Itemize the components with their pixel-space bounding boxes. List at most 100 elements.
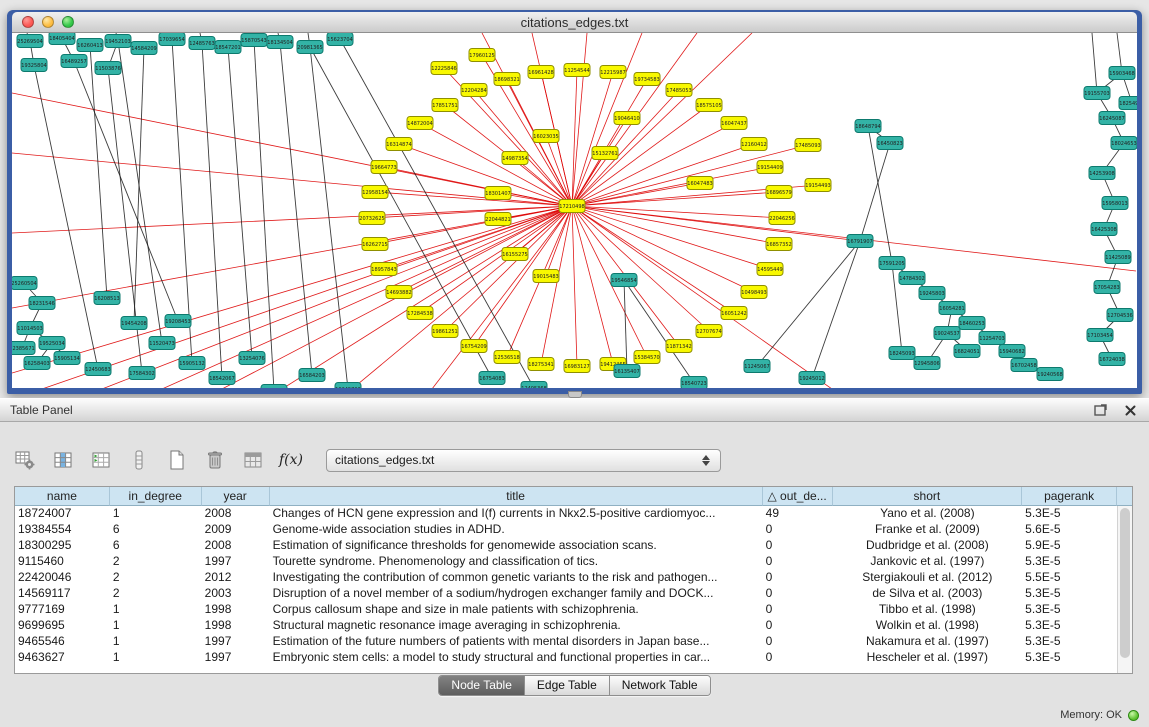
table-cell[interactable]: Yano et al. (2008) [833, 506, 1023, 522]
graph-node[interactable]: 11254544 [564, 64, 590, 77]
graph-edge[interactable] [572, 70, 577, 206]
graph-node[interactable]: 19154409 [757, 161, 783, 174]
graph-edge[interactable] [572, 206, 709, 331]
graph-node[interactable]: 16724038 [1099, 353, 1125, 366]
graph-edge[interactable] [375, 192, 572, 206]
graph-node[interactable]: 16208513 [94, 292, 120, 305]
graph-node[interactable]: 16896579 [766, 186, 792, 199]
graph-node[interactable]: 17039654 [159, 33, 185, 46]
graph-node[interactable]: 25260504 [12, 277, 37, 290]
graph-node[interactable]: 14784302 [899, 272, 925, 285]
graph-node[interactable]: 18648794 [855, 120, 881, 133]
table-cell[interactable]: Nakamura et al. (1997) [833, 634, 1023, 650]
graph-node[interactable]: 16054281 [939, 302, 965, 315]
graph-edge[interactable] [757, 241, 860, 366]
graph-node[interactable]: 14987354 [502, 152, 528, 165]
graph-node[interactable]: 12385671 [12, 342, 35, 355]
graph-node[interactable]: 18254903 [1119, 97, 1137, 110]
edit-columns-icon[interactable] [88, 447, 114, 473]
graph-node[interactable]: 16961428 [528, 66, 554, 79]
graph-node[interactable]: 12215987 [600, 66, 626, 79]
graph-node[interactable]: 11503876 [95, 62, 121, 75]
graph-node[interactable]: 12405368 [521, 382, 547, 389]
table-cell[interactable]: Tibbo et al. (1998) [833, 602, 1023, 618]
table-cell[interactable]: 2 [110, 570, 202, 586]
graph-node[interactable]: 17485093 [795, 139, 821, 152]
zoom-button[interactable] [62, 16, 74, 28]
table-cell[interactable]: 0 [763, 650, 833, 666]
graph-node[interactable]: 18957843 [371, 263, 397, 276]
close-button[interactable] [22, 16, 34, 28]
graph-node[interactable]: 16983127 [564, 360, 590, 373]
graph-node[interactable]: 15870543 [241, 34, 267, 47]
table-cell[interactable]: Disruption of a novel member of a sodium… [270, 586, 763, 602]
table-cell[interactable]: 14569117 [15, 586, 110, 602]
table-cell[interactable]: 9463627 [15, 650, 110, 666]
graph-node[interactable]: 12536518 [494, 351, 520, 364]
table-cell[interactable]: 2 [110, 586, 202, 602]
table-cell[interactable]: 5.3E-5 [1022, 618, 1117, 634]
tab-node-table[interactable]: Node Table [439, 676, 525, 695]
table-cell[interactable]: Embryonic stem cells: a model to study s… [270, 650, 763, 666]
graph-node[interactable]: 16450823 [877, 137, 903, 150]
column-header[interactable]: title [270, 487, 763, 506]
graph-node[interactable]: 14595449 [757, 263, 783, 276]
table-select-dropdown[interactable]: citations_edges.txt [326, 449, 721, 472]
column-header[interactable]: year [202, 487, 270, 506]
close-panel-icon[interactable] [1121, 402, 1139, 418]
import-table-icon[interactable] [240, 447, 266, 473]
table-scrollbar[interactable] [1117, 506, 1132, 673]
table-cell[interactable]: 1997 [202, 634, 270, 650]
graph-node[interactable]: 19046410 [614, 112, 640, 125]
network-view[interactable]: 1721049811254544122159871973458317485053… [12, 33, 1137, 388]
table-cell[interactable]: 5.5E-5 [1022, 570, 1117, 586]
minimize-button[interactable] [42, 16, 54, 28]
graph-node[interactable]: 16260413 [77, 39, 103, 52]
graph-node[interactable]: 13254076 [239, 352, 265, 365]
graph-node[interactable]: 16754083 [479, 372, 505, 385]
graph-node[interactable]: 16791907 [847, 235, 873, 248]
new-column-icon[interactable] [164, 447, 190, 473]
table-cell[interactable]: 5.3E-5 [1022, 554, 1117, 570]
rows-icon[interactable] [126, 447, 152, 473]
graph-node[interactable]: 15623704 [327, 33, 353, 46]
graph-node[interactable]: 16489257 [61, 55, 87, 68]
table-cell[interactable]: Corpus callosum shape and size in male p… [270, 602, 763, 618]
tab-network-table[interactable]: Network Table [610, 676, 710, 695]
table-cell[interactable]: 9699695 [15, 618, 110, 634]
graph-node[interactable]: 19024537 [934, 327, 960, 340]
table-row[interactable]: 977716911998Corpus callosum shape and si… [15, 602, 1117, 618]
graph-node[interactable]: 16314874 [386, 138, 412, 151]
table-row[interactable]: 969969511998Structural magnetic resonanc… [15, 618, 1117, 634]
table-cell[interactable]: 0 [763, 570, 833, 586]
graph-edge[interactable] [541, 206, 572, 364]
graph-edge[interactable] [572, 183, 700, 206]
graph-node[interactable]: 19155703 [1084, 87, 1110, 100]
graph-node[interactable]: 15940682 [999, 345, 1025, 358]
table-cell[interactable]: 5.6E-5 [1022, 522, 1117, 538]
table-cell[interactable]: 1997 [202, 650, 270, 666]
table-cell[interactable]: 2003 [202, 586, 270, 602]
graph-node[interactable]: 16245087 [1099, 112, 1125, 125]
table-cell[interactable]: 22420046 [15, 570, 110, 586]
table-cell[interactable]: 1998 [202, 602, 270, 618]
table-cell[interactable]: 5.3E-5 [1022, 586, 1117, 602]
graph-node[interactable]: 14693882 [386, 286, 412, 299]
graph-node[interactable]: 14253908 [1089, 167, 1115, 180]
graph-node[interactable]: 19208453 [165, 315, 191, 328]
table-cell[interactable]: 1 [110, 634, 202, 650]
float-panel-icon[interactable] [1091, 402, 1109, 418]
graph-edge[interactable] [90, 45, 107, 298]
table-cell[interactable]: 1 [110, 602, 202, 618]
graph-node[interactable]: 16051242 [721, 307, 747, 320]
resize-gripper[interactable] [568, 391, 582, 398]
table-row[interactable]: 2242004622012Investigating the contribut… [15, 570, 1117, 586]
window-titlebar[interactable]: citations_edges.txt [12, 12, 1137, 33]
graph-edge[interactable] [572, 206, 613, 364]
graph-node[interactable]: 20981365 [297, 41, 323, 54]
table-cell[interactable]: 9777169 [15, 602, 110, 618]
graph-node[interactable]: 12204284 [461, 84, 487, 97]
graph-node[interactable]: 16425308 [1091, 223, 1117, 236]
table-cell[interactable]: Wolkin et al. (1998) [833, 618, 1023, 634]
column-header[interactable]: short [833, 487, 1023, 506]
